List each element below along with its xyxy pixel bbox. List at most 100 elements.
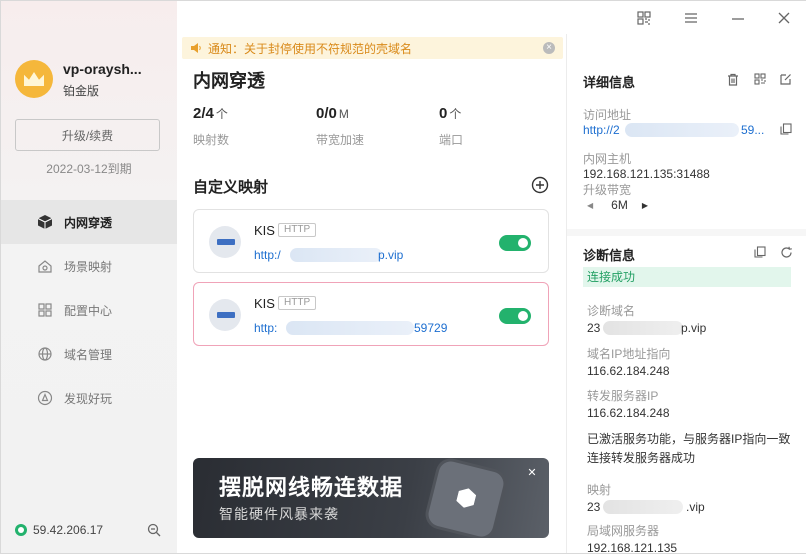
sidebar-item-label: 场景映射 [64,259,113,274]
copy-icon[interactable] [753,245,767,259]
diag-title: 诊断信息 [583,248,636,263]
redacted-domain [603,321,683,335]
banner-subline: 智能硬件风暴来袭 [219,506,339,522]
redacted-url [625,123,739,137]
notice-close-icon[interactable]: × [543,42,555,54]
compass-icon [36,389,54,407]
stat-unit: 个 [449,107,462,121]
sidebar-item-config[interactable]: 配置中心 [1,288,177,332]
stat-value: 0 [439,105,448,122]
upgrade-button[interactable]: 升级/续费 [15,119,160,151]
host-label: 内网主机 [583,152,632,166]
stat-label: 带宽加速 [316,133,365,147]
minimize-icon[interactable] [729,9,747,27]
lan-value: 192.168.121.135 [587,541,678,554]
section-title: 自定义映射 [193,179,269,196]
bandwidth-value: 6M [611,198,628,212]
app-window: vp-oraysh... 铂金版 升级/续费 2022-03-12到期 内网穿透… [0,0,806,554]
copy-icon[interactable] [779,122,793,136]
mapping-url-suffix[interactable]: p.vip [378,248,403,262]
edit-icon[interactable] [779,72,793,86]
mapping-card[interactable]: KIS HTTP http:/ p.vip [193,209,549,273]
mapping-card[interactable]: KIS HTTP http: 59729 [193,282,549,346]
speaker-icon [190,42,202,54]
app-icon [209,226,241,258]
menu-icon[interactable] [682,9,700,27]
promo-banner[interactable]: 摆脱网线畅连数据 智能硬件风暴来袭 ✕ [193,458,549,538]
public-ip: 59.42.206.17 [15,523,103,537]
mapping-toggle[interactable] [499,308,531,324]
stat-value: 2/4 [193,105,214,122]
diag-domain-prefix: 23 [587,321,601,335]
router-device-icon [425,458,507,538]
relay-label: 转发服务器IP [587,389,659,403]
avatar[interactable] [15,60,53,98]
sidebar: vp-oraysh... 铂金版 升级/续费 2022-03-12到期 内网穿透… [1,1,177,553]
relay-value: 116.62.184.248 [587,406,670,420]
trash-icon[interactable] [726,72,740,86]
scene-icon [36,257,54,275]
status-badge: 连接成功 [583,267,791,287]
detail-title: 详细信息 [583,75,636,90]
lan-label: 局域网服务器 [587,524,660,538]
account-name: vp-oraysh... [63,61,142,77]
zoom-icon[interactable] [147,523,161,540]
refresh-icon[interactable] [779,245,793,259]
public-ip-value: 59.42.206.17 [33,523,104,537]
page-title: 内网穿透 [193,71,265,91]
sidebar-item-label: 内网穿透 [64,215,113,230]
map-suffix: .vip [686,500,705,514]
sidebar-item-tunnel[interactable]: 内网穿透 [1,200,177,244]
sidebar-item-discover[interactable]: 发现好玩 [1,376,177,420]
divider [567,229,806,236]
sidebar-nav: 内网穿透 场景映射 配置中心 域名管理 发现好玩 [1,200,177,420]
access-url-suffix[interactable]: 59... [741,123,764,137]
diag-domain-suffix: p.vip [681,321,707,335]
qrcode-icon[interactable] [753,72,767,86]
qrcode-icon[interactable] [635,9,653,27]
mapping-url-prefix[interactable]: http:/ [254,248,281,262]
increase-icon[interactable]: ▶ [642,201,648,210]
decrease-icon[interactable]: ◀ [587,201,593,210]
add-mapping-icon[interactable] [531,176,549,194]
dns-label: 域名IP地址指向 [587,347,671,361]
access-url-prefix[interactable]: http://2 [583,123,620,137]
stat-unit: 个 [215,107,228,121]
stat-label: 映射数 [193,133,230,147]
stat-label: 端口 [439,133,464,147]
crown-icon [24,72,44,86]
sidebar-item-label: 发现好玩 [64,391,113,406]
app-icon [209,299,241,331]
stat-mappings: 2/4 个 映射数 [193,105,229,148]
map-prefix: 23 [587,500,601,514]
grid-icon [36,301,54,319]
sidebar-item-scene[interactable]: 场景映射 [1,244,177,288]
mapping-url-suffix[interactable]: 59729 [414,321,447,335]
sidebar-item-label: 配置中心 [64,303,113,318]
diag-domain-label: 诊断域名 [587,304,636,318]
ip-status-icon [15,524,27,536]
mapping-name: KIS [254,223,275,238]
stat-unit: M [338,107,349,121]
mapping-toggle[interactable] [499,235,531,251]
bandwidth-stepper[interactable]: ◀ 6M ▶ [587,198,648,212]
banner-close-icon[interactable]: ✕ [525,466,539,480]
sidebar-item-domain[interactable]: 域名管理 [1,332,177,376]
diag-message: 连接转发服务器成功 [587,451,696,465]
mapping-name: KIS [254,296,275,311]
account-tier: 铂金版 [63,84,100,98]
expire-date: 2022-03-12到期 [46,162,132,176]
stat-value: 0/0 [316,105,337,122]
close-icon[interactable] [775,9,793,27]
host-value: 192.168.121.135:31488 [583,167,710,181]
diag-message: 已激活服务功能，与服务器IP指向一致 [587,432,791,446]
notice-text: 通知：关于封停使用不符规范的壳域名 [208,41,413,56]
stat-bandwidth: 0/0 M 带宽加速 [316,105,364,148]
access-label: 访问地址 [583,108,632,122]
redacted-url [286,321,414,335]
mapping-url-prefix[interactable]: http: [254,321,277,335]
globe-icon [36,345,54,363]
bandwidth-label: 升级带宽 [583,183,632,197]
redacted-url [290,248,382,262]
notice-bar[interactable]: 通知：关于封停使用不符规范的壳域名 × [182,37,563,59]
